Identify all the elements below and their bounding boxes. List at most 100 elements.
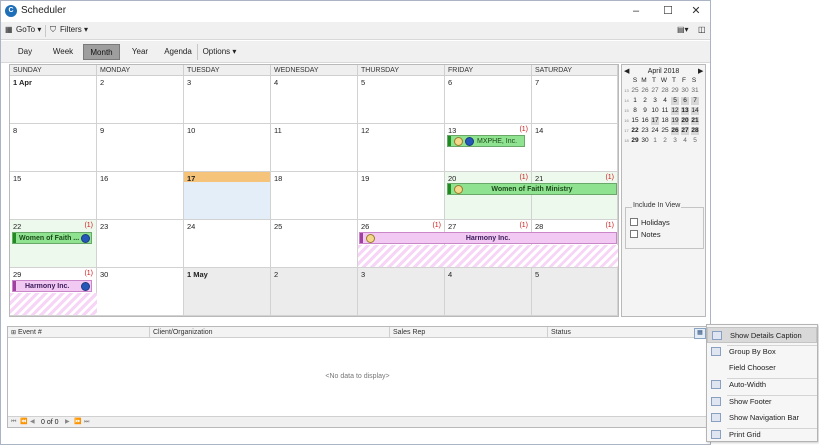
last-record-icon[interactable]: ⏭ bbox=[84, 417, 89, 428]
more-appointments-indicator[interactable]: (1) bbox=[84, 270, 93, 277]
more-appointments-indicator[interactable]: (1) bbox=[432, 222, 441, 229]
appointment-harmony[interactable]: Harmony Inc. bbox=[359, 232, 617, 244]
day-cell[interactable]: 20 (1) bbox=[445, 172, 532, 220]
prev-page-icon[interactable]: ⏪ bbox=[20, 417, 27, 428]
mini-calendar-day[interactable]: 1 bbox=[631, 97, 639, 105]
notes-checkbox[interactable]: Notes bbox=[630, 230, 661, 239]
day-cell[interactable]: 25 bbox=[271, 220, 358, 268]
view-day-button[interactable]: Day bbox=[8, 44, 42, 60]
day-cell[interactable]: 1 Apr bbox=[10, 76, 97, 124]
triangle-left-icon[interactable]: ◀ bbox=[624, 67, 629, 76]
appointment-mxphe[interactable]: MXPHE, Inc. bbox=[447, 135, 525, 147]
mini-calendar-day[interactable]: 7 bbox=[691, 97, 699, 105]
mini-calendar-day[interactable]: 5 bbox=[691, 137, 699, 145]
day-cell[interactable]: 21 (1) bbox=[532, 172, 618, 220]
day-cell[interactable]: 6 bbox=[445, 76, 532, 124]
mini-calendar-day[interactable]: 3 bbox=[651, 97, 659, 105]
mini-calendar-day[interactable]: 11 bbox=[661, 107, 669, 115]
menu-auto-width[interactable]: Auto-Width bbox=[707, 377, 817, 393]
day-cell[interactable]: 2 bbox=[271, 268, 358, 316]
view-month-button[interactable]: Month bbox=[83, 44, 120, 60]
mini-calendar-day[interactable]: 29 bbox=[631, 137, 639, 145]
mini-calendar-day[interactable]: 25 bbox=[631, 87, 639, 95]
mini-calendar-day[interactable]: 26 bbox=[641, 87, 649, 95]
day-cell[interactable]: 5 bbox=[532, 268, 618, 316]
mini-calendar-day[interactable]: 5 bbox=[671, 97, 679, 105]
mini-calendar-day[interactable]: 20 bbox=[681, 117, 689, 125]
mini-calendar-day[interactable]: 10 bbox=[651, 107, 659, 115]
maximize-icon[interactable]: ☐ bbox=[656, 3, 680, 19]
close-icon[interactable]: ✕ bbox=[684, 3, 708, 19]
goto-button[interactable]: GoTo ▾ bbox=[16, 25, 41, 34]
day-cell[interactable]: 1 May bbox=[184, 268, 271, 316]
day-cell[interactable]: 3 bbox=[358, 268, 445, 316]
menu-print-grid[interactable]: Print Grid bbox=[707, 427, 817, 443]
more-appointments-indicator[interactable]: (1) bbox=[605, 174, 614, 181]
day-cell[interactable]: 10 bbox=[184, 124, 271, 172]
day-cell[interactable]: 24 bbox=[184, 220, 271, 268]
first-record-icon[interactable]: ⏮ bbox=[11, 417, 16, 428]
day-cell[interactable]: 13 (1) bbox=[445, 124, 532, 172]
column-sales-rep[interactable]: Sales Rep bbox=[390, 327, 548, 338]
day-cell[interactable]: 8 bbox=[10, 124, 97, 172]
mini-calendar-day[interactable]: 25 bbox=[661, 127, 669, 135]
day-cell[interactable]: 3 bbox=[184, 76, 271, 124]
view-agenda-button[interactable]: Agenda bbox=[160, 44, 196, 60]
mini-calendar-day[interactable]: 21 bbox=[691, 117, 699, 125]
day-cell[interactable]: 2 bbox=[97, 76, 184, 124]
day-cell[interactable]: 12 bbox=[358, 124, 445, 172]
more-appointments-indicator[interactable]: (1) bbox=[84, 222, 93, 229]
mini-calendar-day[interactable]: 6 bbox=[681, 97, 689, 105]
mini-calendar-day[interactable]: 12 bbox=[671, 107, 679, 115]
day-cell[interactable]: 5 bbox=[358, 76, 445, 124]
more-appointments-indicator[interactable]: (1) bbox=[519, 174, 528, 181]
mini-calendar-day[interactable]: 30 bbox=[681, 87, 689, 95]
options-button[interactable]: Options ▾ bbox=[197, 44, 241, 60]
more-appointments-indicator[interactable]: (1) bbox=[519, 126, 528, 133]
mini-calendar-day[interactable]: 27 bbox=[651, 87, 659, 95]
panel-icon[interactable]: ◫ bbox=[698, 25, 706, 34]
mini-calendar-day[interactable]: 24 bbox=[651, 127, 659, 135]
more-appointments-indicator[interactable]: (1) bbox=[605, 222, 614, 229]
mini-calendar-day[interactable]: 2 bbox=[661, 137, 669, 145]
view-year-button[interactable]: Year bbox=[123, 44, 157, 60]
appointment-harmony-continued[interactable]: Harmony Inc. bbox=[12, 280, 92, 292]
mini-calendar-day[interactable]: 17 bbox=[651, 117, 659, 125]
next-page-icon[interactable]: ⏩ bbox=[74, 417, 81, 428]
menu-field-chooser[interactable]: Field Chooser bbox=[707, 360, 817, 376]
day-cell[interactable]: 9 bbox=[97, 124, 184, 172]
appointment-women-of-faith-continued[interactable]: Women of Faith ... bbox=[12, 232, 92, 244]
checkbox-icon[interactable] bbox=[630, 230, 638, 238]
day-cell[interactable]: 4 bbox=[271, 76, 358, 124]
appointment-women-of-faith[interactable]: Women of Faith Ministry bbox=[447, 183, 617, 195]
mini-calendar-day[interactable]: 31 bbox=[691, 87, 699, 95]
day-cell[interactable]: 16 bbox=[97, 172, 184, 220]
menu-group-by-box[interactable]: Group By Box bbox=[707, 344, 817, 360]
day-cell[interactable]: 7 bbox=[532, 76, 618, 124]
mini-calendar-day[interactable]: 4 bbox=[661, 97, 669, 105]
column-status[interactable]: Status bbox=[548, 327, 693, 338]
grid-options-icon[interactable]: ▦ bbox=[694, 328, 706, 339]
mini-calendar-day[interactable]: 19 bbox=[671, 117, 679, 125]
day-cell[interactable]: 11 bbox=[271, 124, 358, 172]
mini-calendar-day[interactable]: 13 bbox=[681, 107, 689, 115]
mini-calendar-day[interactable]: 22 bbox=[631, 127, 639, 135]
holidays-checkbox[interactable]: Holidays bbox=[630, 218, 670, 227]
filter-icon[interactable]: ⛉ bbox=[50, 25, 56, 35]
mini-calendar-day[interactable]: 29 bbox=[671, 87, 679, 95]
day-cell[interactable]: 22 (1) bbox=[10, 220, 97, 268]
filters-button[interactable]: Filters ▾ bbox=[60, 25, 88, 34]
mini-calendar-day[interactable]: 4 bbox=[681, 137, 689, 145]
next-record-icon[interactable]: ▶ bbox=[65, 417, 70, 428]
mini-calendar-day[interactable]: 3 bbox=[671, 137, 679, 145]
mini-calendar-day[interactable]: 28 bbox=[691, 127, 699, 135]
day-cell[interactable]: 18 bbox=[271, 172, 358, 220]
minimize-icon[interactable]: – bbox=[624, 3, 648, 19]
mini-calendar-day[interactable]: 28 bbox=[661, 87, 669, 95]
day-cell[interactable]: 4 bbox=[445, 268, 532, 316]
prev-record-icon[interactable]: ◀ bbox=[30, 417, 35, 428]
mini-calendar-day[interactable]: 15 bbox=[631, 117, 639, 125]
more-appointments-indicator[interactable]: (1) bbox=[519, 222, 528, 229]
goto-icon[interactable]: ▦ bbox=[5, 25, 13, 34]
mini-calendar-day[interactable]: 2 bbox=[641, 97, 649, 105]
